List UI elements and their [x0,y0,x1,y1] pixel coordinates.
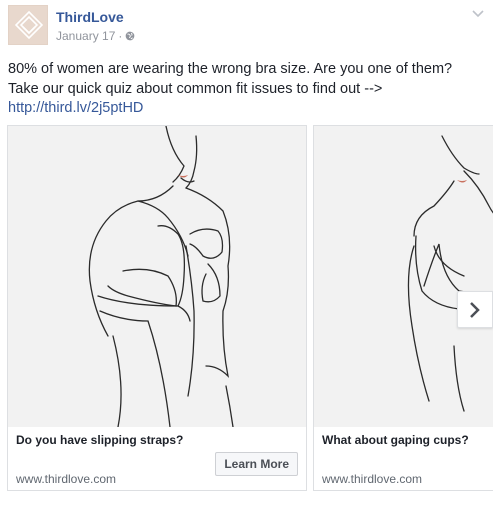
chevron-down-icon[interactable] [471,6,485,20]
thirdlove-logo-icon [14,10,44,40]
post-body-text: 80% of women are wearing the wrong bra s… [8,61,453,97]
carousel-card[interactable]: Do you have slipping straps? www.thirdlo… [7,125,307,491]
card-title[interactable]: Do you have slipping straps? [16,433,183,447]
card-image[interactable] [314,126,493,427]
globe-icon[interactable] [125,31,135,41]
card-url[interactable]: www.thirdlove.com [16,472,116,486]
post-meta: January 17 · [56,29,135,43]
card-title[interactable]: What about gaping cups? [322,433,469,447]
page-name-link[interactable]: ThirdLove [56,9,124,25]
post-link[interactable]: http://third.lv/2j5ptHD [8,99,484,119]
post-date[interactable]: January 17 [56,29,115,43]
meta-separator: · [118,29,123,43]
ad-carousel: Do you have slipping straps? www.thirdlo… [0,125,493,495]
illustration-image [88,125,234,428]
chevron-right-icon [470,302,480,318]
post-message: 80% of women are wearing the wrong bra s… [8,60,484,119]
learn-more-button[interactable]: Learn More [215,452,298,476]
carousel-next-button[interactable] [457,291,493,328]
card-url[interactable]: www.thirdlove.com [322,472,422,486]
illustration-image [407,135,493,412]
card-image[interactable] [8,125,306,428]
post-header: ThirdLove January 17 · [0,0,493,56]
page-avatar[interactable] [8,5,48,45]
